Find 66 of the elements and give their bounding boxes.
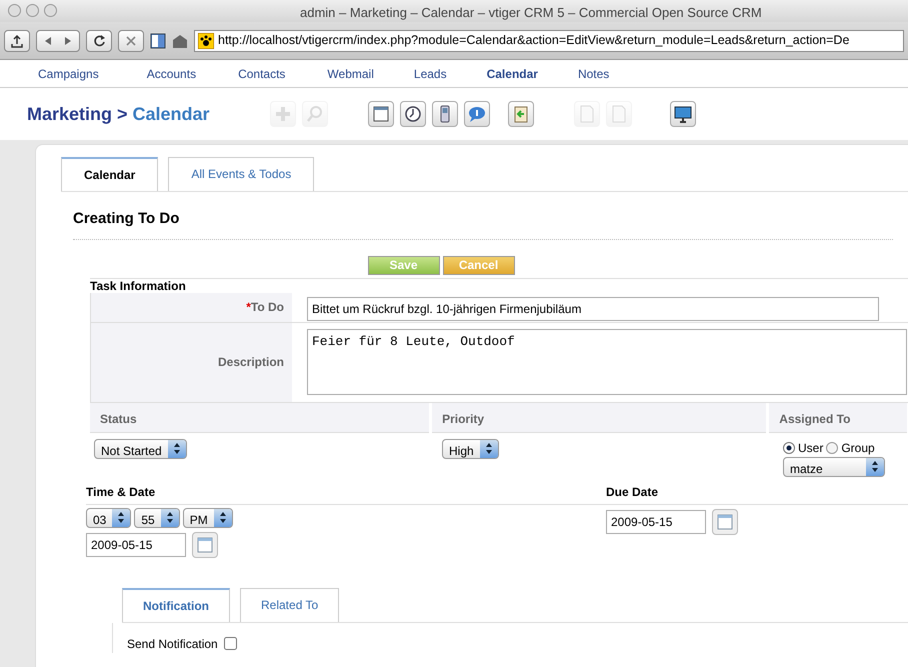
stop-button[interactable] xyxy=(118,30,144,52)
paw-icon xyxy=(198,32,214,48)
left-right-arrows-icon xyxy=(43,36,73,46)
chat-tool-button[interactable] xyxy=(464,101,490,127)
chat-icon xyxy=(466,104,487,124)
clipboard-tool-button[interactable] xyxy=(508,101,534,127)
column-header: Assigned To xyxy=(779,412,850,426)
minimize-light[interactable] xyxy=(26,4,39,17)
upload-icon xyxy=(10,34,24,48)
window-icon[interactable] xyxy=(150,32,166,48)
checkbox-label: Send Notification xyxy=(127,636,218,652)
nav-link-item[interactable]: Contacts xyxy=(238,64,286,82)
reload-icon xyxy=(92,34,106,47)
search-icon xyxy=(304,104,325,124)
radio-label: Group xyxy=(841,440,875,456)
calendar-icon xyxy=(716,512,734,530)
column-header: Priority xyxy=(442,412,484,426)
tab[interactable]: All Events & Todos xyxy=(168,157,314,191)
priority-select[interactable]: High xyxy=(442,438,499,458)
page-heading: Creating To Do xyxy=(73,208,893,240)
zoom-light[interactable] xyxy=(44,4,57,17)
calendar-tool-button[interactable] xyxy=(368,101,394,127)
field-label: Time & Date xyxy=(86,482,606,504)
status-select[interactable]: Not Started xyxy=(94,438,187,458)
close-light[interactable] xyxy=(8,4,21,17)
tab[interactable]: Notification xyxy=(122,588,230,622)
nav-link-item[interactable]: Calendar xyxy=(486,64,538,82)
minute-select[interactable]: 55 xyxy=(134,508,180,528)
ampm-select[interactable]: PM xyxy=(182,508,233,528)
field-label: *To Do xyxy=(246,299,284,316)
notification-checkbox[interactable] xyxy=(224,637,237,650)
date-input-field[interactable]: 2009-05-15 xyxy=(606,510,706,534)
nav-link-item[interactable]: Webmail xyxy=(327,64,374,82)
text-input-field[interactable]: Bittet um Rückruf bzgl. 10-jährigen Firmenjubiläum xyxy=(307,296,879,320)
tab[interactable]: Related To xyxy=(240,588,340,622)
monitor-icon xyxy=(672,104,693,124)
column-header: Status xyxy=(100,412,137,426)
field-label: Description xyxy=(218,354,284,371)
field-label: Due Date xyxy=(606,482,908,504)
phone-tool-button[interactable] xyxy=(432,101,458,127)
date-input-field[interactable]: 2009-05-15 xyxy=(86,532,186,556)
radio-button[interactable] xyxy=(783,442,795,454)
nav-link-item[interactable]: Leads xyxy=(414,64,447,82)
description-textarea[interactable]: Feier für 8 Leute, Outdoof xyxy=(307,328,907,394)
updown-arrow-icon xyxy=(869,459,881,474)
hour-select[interactable]: 03 xyxy=(86,508,132,528)
calendar-icon xyxy=(196,536,214,554)
breadcrumb: Marketing > Calendar xyxy=(27,102,210,126)
reload-button[interactable] xyxy=(86,30,112,52)
clock-icon xyxy=(402,104,423,124)
nav-link-item[interactable]: Notes xyxy=(578,64,610,82)
radio-button[interactable] xyxy=(826,442,838,454)
radio-label: User xyxy=(798,440,824,456)
tab[interactable]: Calendar xyxy=(61,157,158,191)
clock-tool-button[interactable] xyxy=(400,101,426,127)
nav-link-item[interactable]: Accounts xyxy=(146,64,196,82)
calendar-button[interactable] xyxy=(192,532,218,558)
share-button[interactable] xyxy=(4,30,30,52)
back-forward-button[interactable] xyxy=(36,30,80,52)
calendar-icon xyxy=(370,104,391,124)
nav-link-item[interactable]: Campaigns xyxy=(38,64,99,82)
assignee-select[interactable]: matze xyxy=(783,456,885,476)
window-title: admin – Marketing – Calendar – vtiger CRM 5 – Commercial Open Source CRM xyxy=(300,4,762,22)
close-icon xyxy=(125,34,137,46)
calendar-button[interactable] xyxy=(712,508,738,534)
monitor-tool-button[interactable] xyxy=(670,101,696,127)
